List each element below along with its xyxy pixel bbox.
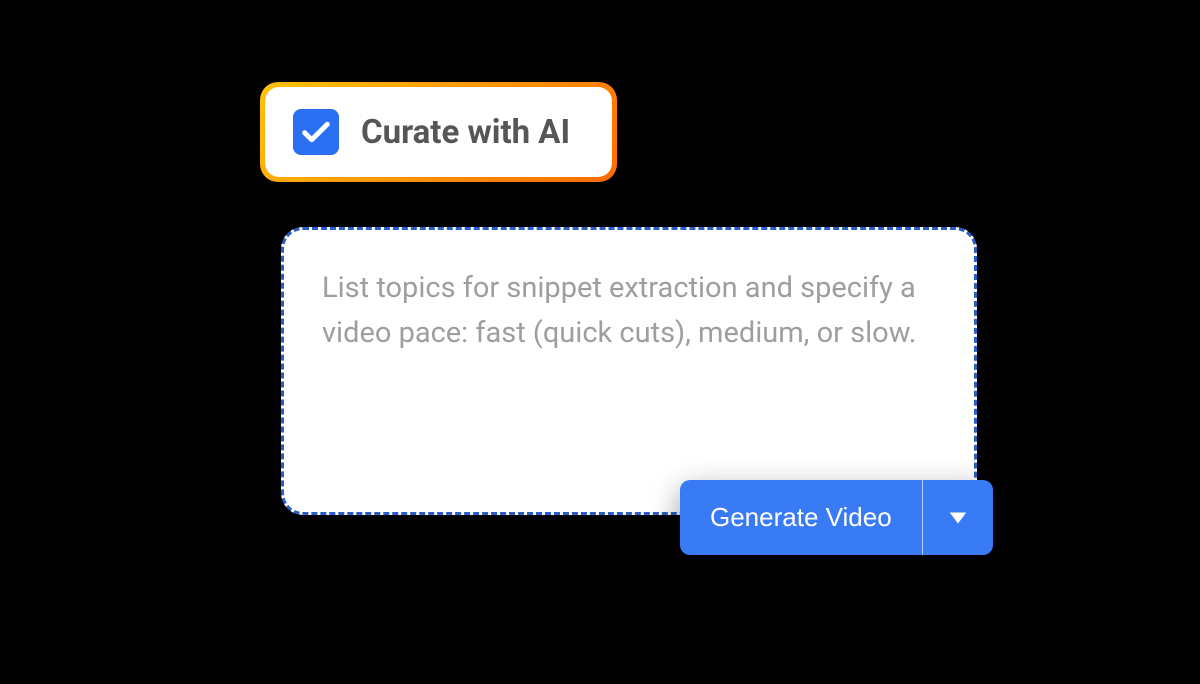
- curate-label: Curate with AI: [361, 113, 570, 152]
- triangle-down-icon: [947, 509, 969, 527]
- curate-checkbox[interactable]: [293, 109, 339, 155]
- generate-dropdown-button[interactable]: [923, 480, 993, 555]
- curate-option-card[interactable]: Curate with AI: [260, 82, 617, 182]
- generate-video-button[interactable]: Generate Video: [680, 480, 923, 555]
- generate-button-group: Generate Video: [680, 480, 993, 555]
- prompt-placeholder-text: List topics for snippet extraction and s…: [322, 266, 936, 356]
- generate-button-label: Generate Video: [710, 502, 892, 533]
- curate-card-inner: Curate with AI: [265, 87, 612, 177]
- prompt-textarea[interactable]: List topics for snippet extraction and s…: [281, 227, 977, 515]
- checkmark-icon: [299, 115, 333, 149]
